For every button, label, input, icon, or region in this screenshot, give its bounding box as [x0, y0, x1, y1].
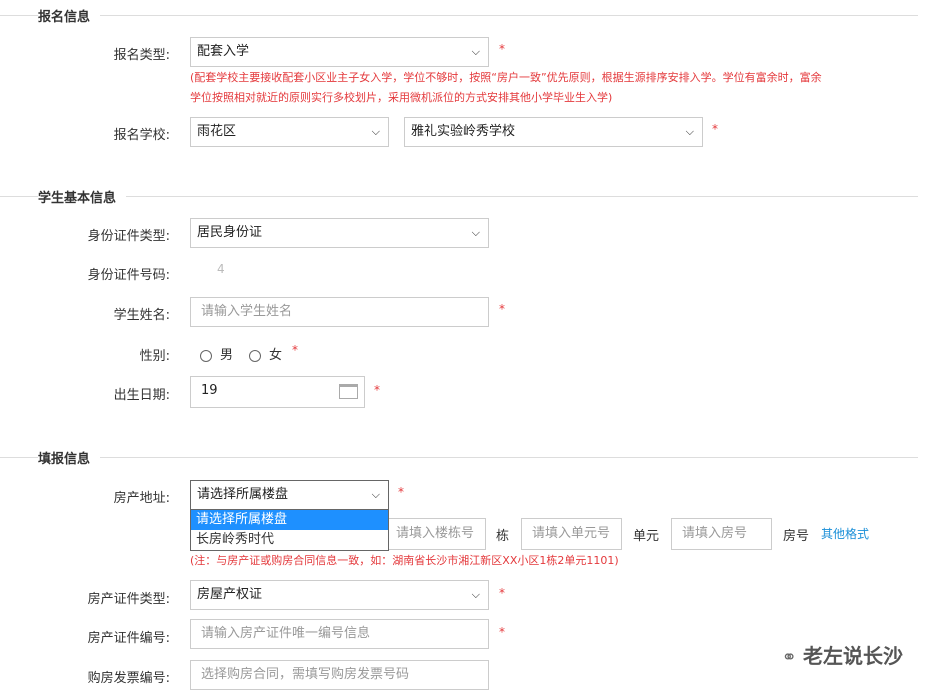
radio-label: 男 — [220, 348, 234, 363]
dob-value: 19 — [201, 383, 218, 398]
student-name-label: 学生姓名: — [113, 308, 170, 323]
selected-value: 房屋产权证 — [197, 587, 263, 602]
section-header-fill: 填报信息 — [0, 448, 918, 468]
estate-dropdown-list: 请选择所属楼盘 长房岭秀时代 — [190, 509, 389, 551]
id-type-label: 身份证件类型: — [87, 229, 170, 244]
unit-input[interactable]: 请填入单元号 — [521, 518, 622, 550]
calendar-icon[interactable] — [339, 384, 358, 399]
selected-value: 配套入学 — [197, 44, 250, 59]
radio-icon — [200, 349, 212, 362]
building-input[interactable]: 请填入楼栋号 — [385, 518, 486, 550]
chevron-down-icon: ⌵ — [471, 226, 480, 239]
gender-male-radio[interactable]: 男 — [200, 344, 233, 363]
cert-type-select[interactable]: 房屋产权证 ⌵ — [190, 580, 489, 610]
room-suffix: 房号 — [783, 529, 810, 544]
address-note: (注：与房产证或购房合同信息一致，如：湖南省长沙市湘江新区XX小区1栋2单元11… — [190, 554, 619, 567]
required-mark: * — [499, 302, 505, 316]
student-name-input[interactable]: 请输入学生姓名 — [190, 297, 489, 327]
section-header-registration: 报名信息 — [0, 6, 918, 26]
cert-type-label: 房产证件类型: — [87, 592, 170, 607]
chevron-down-icon: ⌵ — [371, 125, 380, 138]
id-type-select[interactable]: 居民身份证 ⌵ — [190, 218, 489, 248]
estate-select[interactable]: 请选择所属楼盘 ⌵ — [190, 480, 389, 510]
gender-female-radio[interactable]: 女 — [249, 344, 282, 363]
selected-value: 请选择所属楼盘 — [197, 487, 289, 502]
required-mark: * — [499, 586, 505, 600]
cert-number-label: 房产证件编号: — [87, 631, 170, 646]
other-format-link[interactable]: 其他格式 — [821, 525, 869, 542]
dropdown-option[interactable]: 请选择所属楼盘 — [191, 510, 388, 530]
radio-label: 女 — [269, 348, 283, 363]
registration-type-select[interactable]: 配套入学 ⌵ — [190, 37, 489, 67]
id-number-value: 4 — [217, 262, 225, 276]
selected-value: 雅礼实验岭秀学校 — [411, 124, 516, 139]
required-mark: * — [712, 122, 718, 136]
chevron-down-icon: ⌵ — [471, 45, 480, 58]
room-input[interactable]: 请填入房号 — [671, 518, 772, 550]
required-mark: * — [292, 343, 298, 357]
registration-type-label: 报名类型: — [113, 48, 170, 63]
chevron-down-icon: ⌵ — [685, 125, 694, 138]
dob-label: 出生日期: — [113, 388, 170, 403]
wechat-icon: ⚭ — [781, 647, 803, 668]
chevron-down-icon: ⌵ — [371, 488, 380, 501]
school-select[interactable]: 雅礼实验岭秀学校 ⌵ — [404, 117, 703, 147]
id-number-label: 身份证件号码: — [87, 268, 170, 283]
address-label: 房产地址: — [113, 491, 170, 506]
selected-value: 雨花区 — [197, 124, 237, 139]
invoice-label: 购房发票编号: — [87, 671, 170, 686]
invoice-input[interactable]: 选择购房合同，需填写购房发票号码 — [190, 660, 489, 690]
section-header-student: 学生基本信息 — [0, 187, 918, 207]
radio-icon — [249, 349, 261, 362]
dropdown-option[interactable]: 长房岭秀时代 — [191, 530, 388, 550]
cert-number-input[interactable]: 请输入房产证件唯一编号信息 — [190, 619, 489, 649]
selected-value: 居民身份证 — [197, 225, 263, 240]
unit-suffix: 单元 — [633, 529, 660, 544]
district-select[interactable]: 雨花区 ⌵ — [190, 117, 389, 147]
chevron-down-icon: ⌵ — [471, 588, 480, 601]
required-mark: * — [398, 485, 404, 499]
required-mark: * — [374, 383, 380, 397]
dob-input[interactable]: 19 — [190, 376, 365, 408]
watermark-text: 老左说长沙 — [803, 644, 903, 668]
required-mark: * — [499, 625, 505, 639]
school-label: 报名学校: — [113, 128, 170, 143]
building-suffix: 栋 — [496, 529, 510, 544]
watermark: ⚭ 老左说长沙 — [782, 640, 903, 669]
required-mark: * — [499, 42, 505, 56]
registration-type-note: (配套学校主要接收配套小区业主子女入学，学位不够时，按照“房户一致”优先原则，根… — [190, 71, 822, 104]
gender-label: 性别: — [139, 349, 170, 364]
